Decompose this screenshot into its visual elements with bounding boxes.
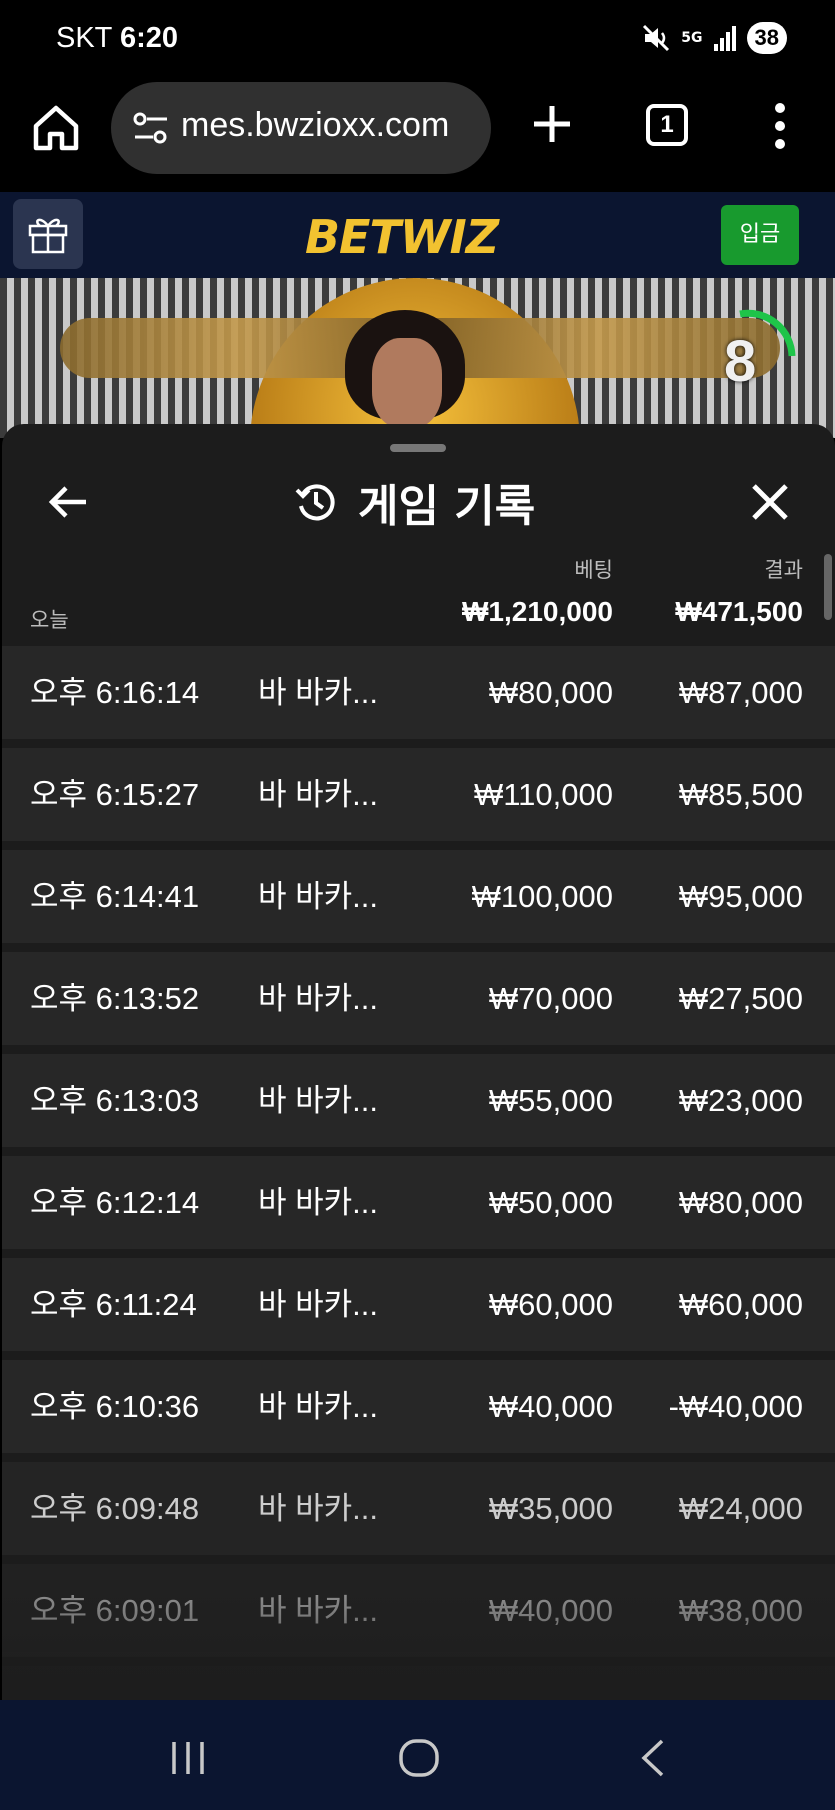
gift-button[interactable] bbox=[13, 199, 83, 269]
logo-bet: BET bbox=[305, 210, 401, 264]
row-game: 바 바카... bbox=[258, 1491, 379, 1526]
row-bet: ₩80,000 bbox=[488, 675, 613, 710]
status-icons: 5G 38 bbox=[641, 22, 787, 54]
row-game: 바 바카... bbox=[258, 777, 379, 812]
row-result: ₩85,500 bbox=[678, 777, 803, 812]
url-text: mes.bwzioxx.com bbox=[181, 106, 450, 144]
row-time: 오후 6:09:48 bbox=[30, 1491, 200, 1526]
site-header: BETWIZ 입금 bbox=[0, 192, 835, 278]
network-type-label: 5G bbox=[681, 30, 703, 46]
bet-column-header: 베팅 bbox=[574, 558, 613, 582]
row-time: 오후 6:14:41 bbox=[30, 879, 200, 914]
row-bet: ₩35,000 bbox=[488, 1491, 613, 1526]
row-result: ₩23,000 bbox=[678, 1083, 803, 1118]
total-bet: ₩1,210,000 bbox=[462, 596, 613, 627]
row-result: ₩60,000 bbox=[678, 1287, 803, 1322]
row-game: 바 바카... bbox=[258, 1287, 379, 1322]
history-row[interactable]: 오후 6:13:52 바 바카... ₩70,000 ₩27,500 bbox=[2, 952, 835, 1045]
row-bet: ₩40,000 bbox=[488, 1389, 613, 1424]
history-list: 오후 6:16:14 바 바카... ₩80,000 ₩87,000 오후 6:… bbox=[2, 646, 835, 1700]
history-row[interactable]: 오후 6:10:36 바 바카... ₩40,000 -₩40,000 bbox=[2, 1360, 835, 1453]
clock: 6:20 bbox=[119, 22, 178, 54]
row-bet: ₩110,000 bbox=[473, 777, 613, 812]
nav-back-icon[interactable] bbox=[638, 1738, 668, 1778]
row-game: 바 바카... bbox=[258, 1185, 379, 1220]
row-bet: ₩70,000 bbox=[488, 981, 613, 1016]
row-time: 오후 6:13:52 bbox=[30, 981, 200, 1016]
browser-toolbar: mes.bwzioxx.com 1 bbox=[0, 80, 835, 192]
row-game: 바 바카... bbox=[258, 879, 379, 914]
dealer-face bbox=[372, 338, 442, 428]
row-bet: ₩100,000 bbox=[471, 879, 613, 914]
signal-icon bbox=[713, 26, 736, 51]
list-fade bbox=[2, 1590, 835, 1700]
history-row[interactable]: 오후 6:16:14 바 바카... ₩80,000 ₩87,000 bbox=[2, 646, 835, 739]
deposit-button[interactable]: 입금 bbox=[721, 205, 799, 265]
home-icon[interactable] bbox=[30, 102, 82, 154]
scrollbar[interactable] bbox=[824, 554, 832, 620]
row-time: 오후 6:15:27 bbox=[30, 777, 200, 812]
more-vert-icon[interactable] bbox=[770, 102, 790, 150]
countdown-timer: 8 bbox=[724, 329, 757, 394]
row-bet: ₩55,000 bbox=[488, 1083, 613, 1118]
history-row[interactable]: 오후 6:12:14 바 바카... ₩50,000 ₩80,000 bbox=[2, 1156, 835, 1249]
row-result: -₩40,000 bbox=[668, 1389, 803, 1424]
result-column-header: 결과 bbox=[764, 558, 803, 582]
history-icon bbox=[295, 484, 335, 521]
row-result: ₩95,000 bbox=[678, 879, 803, 914]
row-result: ₩24,000 bbox=[678, 1491, 803, 1526]
system-nav-bar bbox=[0, 1700, 835, 1810]
history-row[interactable]: 오후 6:15:27 바 바카... ₩110,000 ₩85,500 bbox=[2, 748, 835, 841]
game-history-sheet: 게임 기록 베팅 결과 오늘 ₩1,210,000 ₩471,500 오후 6:… bbox=[2, 424, 835, 1700]
total-result: ₩471,500 bbox=[675, 596, 803, 627]
close-icon[interactable] bbox=[748, 480, 792, 524]
row-result: ₩27,500 bbox=[678, 981, 803, 1016]
logo-wiz: WIZ bbox=[399, 210, 499, 264]
battery-indicator: 38 bbox=[746, 22, 787, 54]
history-row[interactable]: 오후 6:09:48 바 바카... ₩35,000 ₩24,000 bbox=[2, 1462, 835, 1555]
carrier-label: SKT bbox=[56, 22, 112, 54]
history-row[interactable]: 오후 6:11:24 바 바카... ₩60,000 ₩60,000 bbox=[2, 1258, 835, 1351]
status-bar: SKT 6:20 5G 38 bbox=[0, 0, 835, 80]
status-carrier-time: SKT 6:20 bbox=[56, 22, 178, 55]
row-result: ₩80,000 bbox=[678, 1185, 803, 1220]
row-bet: ₩50,000 bbox=[488, 1185, 613, 1220]
gift-icon bbox=[28, 218, 68, 254]
row-time: 오후 6:12:14 bbox=[30, 1185, 200, 1220]
row-game: 바 바카... bbox=[258, 1389, 379, 1424]
row-bet: ₩60,000 bbox=[488, 1287, 613, 1322]
tab-switcher-button[interactable]: 1 bbox=[646, 104, 688, 146]
row-game: 바 바카... bbox=[258, 1083, 379, 1118]
row-game: 바 바카... bbox=[258, 981, 379, 1016]
row-result: ₩87,000 bbox=[678, 675, 803, 710]
drag-handle[interactable] bbox=[390, 444, 446, 452]
page-title: 게임 기록 bbox=[358, 481, 536, 532]
address-bar[interactable]: mes.bwzioxx.com bbox=[111, 82, 491, 174]
live-video: 8 bbox=[0, 278, 835, 438]
arrow-left-icon[interactable] bbox=[46, 480, 90, 524]
plus-icon[interactable] bbox=[530, 102, 574, 146]
date-group-label: 오늘 bbox=[30, 608, 69, 632]
mute-icon bbox=[643, 24, 670, 52]
history-row[interactable]: 오후 6:14:41 바 바카... ₩100,000 ₩95,000 bbox=[2, 850, 835, 943]
row-time: 오후 6:16:14 bbox=[30, 675, 200, 710]
row-time: 오후 6:10:36 bbox=[30, 1389, 200, 1424]
row-game: 바 바카... bbox=[258, 675, 379, 710]
site-logo[interactable]: BETWIZ bbox=[305, 210, 499, 264]
recents-icon[interactable] bbox=[168, 1738, 208, 1778]
history-row[interactable]: 오후 6:13:03 바 바카... ₩55,000 ₩23,000 bbox=[2, 1054, 835, 1147]
row-time: 오후 6:11:24 bbox=[30, 1287, 197, 1322]
row-time: 오후 6:13:03 bbox=[30, 1083, 200, 1118]
tune-icon[interactable] bbox=[131, 110, 171, 146]
nav-home-icon[interactable] bbox=[398, 1738, 440, 1778]
sheet-title: 게임 기록 bbox=[294, 474, 535, 532]
